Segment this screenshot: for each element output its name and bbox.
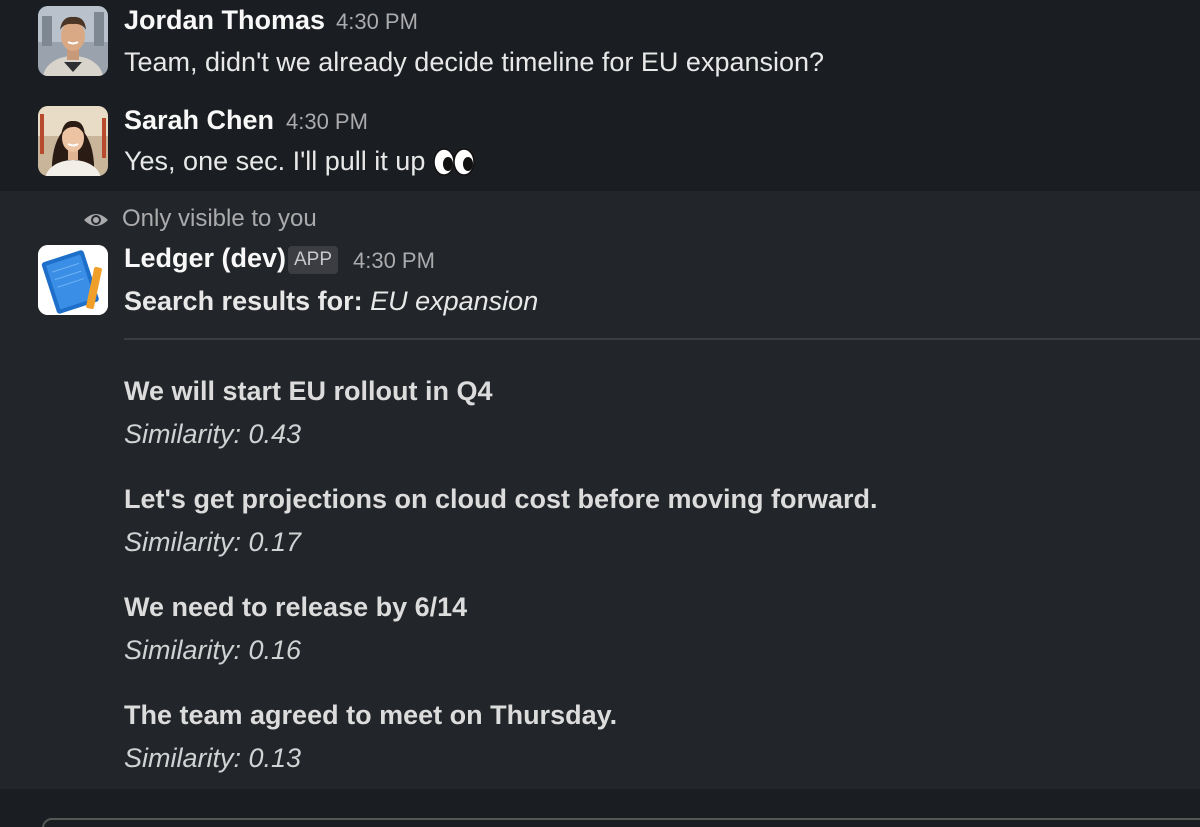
chat-channel: Jordan Thomas 4:30 PM Team, didn't we al…	[0, 0, 1200, 827]
avatar[interactable]	[38, 106, 108, 176]
app-author-name[interactable]: Ledger (dev)	[124, 243, 286, 274]
visibility-note-text: Only visible to you	[122, 205, 317, 232]
result-similarity: Similarity: 0.13	[124, 743, 302, 773]
result-similarity: Similarity: 0.17	[124, 527, 302, 557]
visibility-note: Only visible to you	[82, 204, 317, 234]
result-similarity: Similarity: 0.43	[124, 419, 302, 449]
result-title: We need to release by 6/14	[124, 592, 468, 622]
result-title: Let's get projections on cloud cost befo…	[124, 484, 878, 514]
author-name[interactable]: Jordan Thomas	[124, 5, 325, 36]
message-text: Team, didn't we already decide timeline …	[124, 47, 825, 77]
message-sarah: Sarah Chen 4:30 PM Yes, one sec. I'll pu…	[0, 100, 1200, 191]
eye-icon	[82, 209, 110, 229]
search-query: EU expansion	[370, 286, 539, 316]
result-similarity: Similarity: 0.16	[124, 635, 302, 665]
search-results-heading: Search results for: EU expansion	[124, 286, 538, 317]
divider	[124, 338, 1200, 340]
result-title: We will start EU rollout in Q4	[124, 376, 493, 406]
search-prefix: Search results for:	[124, 286, 363, 316]
eyes-emoji-icon	[433, 147, 476, 176]
timestamp[interactable]: 4:30 PM	[286, 109, 368, 135]
message-composer[interactable]	[42, 818, 1200, 827]
message-text-content: Yes, one sec. I'll pull it up	[124, 146, 426, 176]
timestamp[interactable]: 4:30 PM	[353, 248, 435, 274]
author-name[interactable]: Sarah Chen	[124, 105, 274, 136]
message-text: Yes, one sec. I'll pull it up	[124, 146, 476, 177]
message-jordan: Jordan Thomas 4:30 PM Team, didn't we al…	[0, 0, 1200, 96]
avatar[interactable]	[38, 6, 108, 76]
app-avatar[interactable]	[38, 245, 108, 315]
result-title: The team agreed to meet on Thursday.	[124, 700, 618, 730]
app-badge: APP	[288, 246, 339, 274]
timestamp[interactable]: 4:30 PM	[336, 9, 418, 35]
